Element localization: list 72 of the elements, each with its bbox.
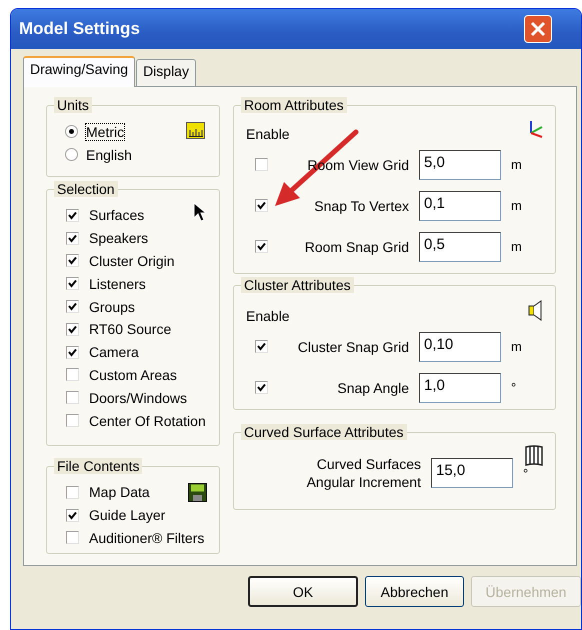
checkbox[interactable]	[66, 300, 79, 314]
unit-label: m	[511, 339, 523, 354]
window-title: Model Settings	[19, 19, 140, 39]
checkbox-label: Doors/Windows	[89, 390, 188, 406]
radio-button[interactable]	[65, 125, 78, 138]
input-field[interactable]: 15,0	[431, 458, 513, 488]
checkbox[interactable]	[66, 508, 79, 522]
checkbox-label: Center Of Rotation	[89, 412, 206, 429]
checkbox[interactable]	[66, 322, 79, 336]
input-field[interactable]: 5,0	[419, 150, 501, 180]
dialog-button[interactable]: Abbrechen	[365, 576, 464, 607]
checkbox-label: Guide Layer	[89, 507, 166, 524]
field-label: Snap To Vertex	[313, 198, 409, 214]
checkbox[interactable]	[66, 414, 79, 428]
checkbox[interactable]	[255, 381, 268, 394]
tab[interactable]: Display	[136, 59, 196, 86]
checkbox[interactable]	[255, 158, 268, 171]
unit-label: m	[511, 157, 523, 172]
checkbox-label: Map Data	[89, 484, 150, 500]
speaker-icon	[528, 300, 543, 321]
checkbox[interactable]	[255, 340, 268, 353]
checkbox[interactable]	[66, 254, 79, 268]
input-field[interactable]: 1,0	[419, 372, 501, 402]
group-title: File Contents	[54, 458, 142, 474]
group-title: Selection	[54, 181, 118, 197]
checkbox-label: Auditioner® Filters	[89, 530, 204, 546]
checkbox-label: Cluster Origin	[89, 252, 175, 269]
ruler-icon	[186, 122, 205, 139]
checkbox[interactable]	[66, 346, 79, 359]
group-title: Room Attributes	[241, 97, 347, 113]
checkbox[interactable]	[66, 208, 79, 222]
close-icon	[530, 21, 546, 37]
field-label: Room Snap Grid	[304, 238, 409, 254]
checkbox[interactable]	[66, 368, 79, 382]
checkbox-label: Surfaces	[89, 207, 144, 224]
tab[interactable]: Drawing/Saving	[23, 56, 136, 87]
field-label: Curved Surfaces Angular Increment	[306, 455, 421, 491]
unit-label: m	[511, 239, 523, 254]
radio-label: English	[86, 146, 132, 162]
unit-label: °	[523, 466, 530, 480]
checkbox[interactable]	[255, 240, 268, 253]
checkbox[interactable]	[66, 232, 79, 245]
input-field[interactable]: 0,1	[419, 190, 501, 220]
close-button[interactable]	[524, 15, 552, 43]
radio-button[interactable]	[65, 148, 78, 161]
checkbox[interactable]	[66, 277, 79, 290]
checkbox-label: Groups	[89, 298, 135, 315]
dialog-button[interactable]: OK	[248, 576, 358, 607]
checkbox-label: RT60 Source	[89, 321, 172, 338]
field-label: Cluster Snap Grid	[296, 338, 409, 354]
input-field[interactable]: 0,5	[419, 232, 501, 262]
checkbox[interactable]	[255, 199, 268, 212]
unit-label: °	[511, 380, 518, 395]
enable-label: Enable	[246, 308, 290, 324]
field-label: Snap Angle	[336, 380, 409, 396]
checkbox[interactable]	[66, 486, 79, 499]
radio-label: Metric	[86, 124, 124, 140]
input-field[interactable]: 0,10	[419, 332, 501, 362]
checkbox-label: Speakers	[89, 230, 148, 246]
checkbox-label: Listeners	[89, 276, 146, 292]
group-title: Cluster Attributes	[241, 277, 354, 293]
cursor-icon	[194, 202, 208, 222]
checkbox-label: Custom Areas	[89, 366, 177, 383]
checkbox[interactable]	[66, 391, 79, 404]
group-title: Curved Surface Attributes	[241, 424, 407, 440]
checkbox[interactable]	[66, 531, 79, 544]
group-title: Units	[54, 97, 92, 113]
curved-panels-icon	[525, 445, 543, 467]
unit-label: m	[511, 198, 523, 213]
enable-label: Enable	[246, 126, 290, 142]
checkbox-label: Camera	[89, 344, 139, 360]
axes-icon	[529, 120, 543, 138]
